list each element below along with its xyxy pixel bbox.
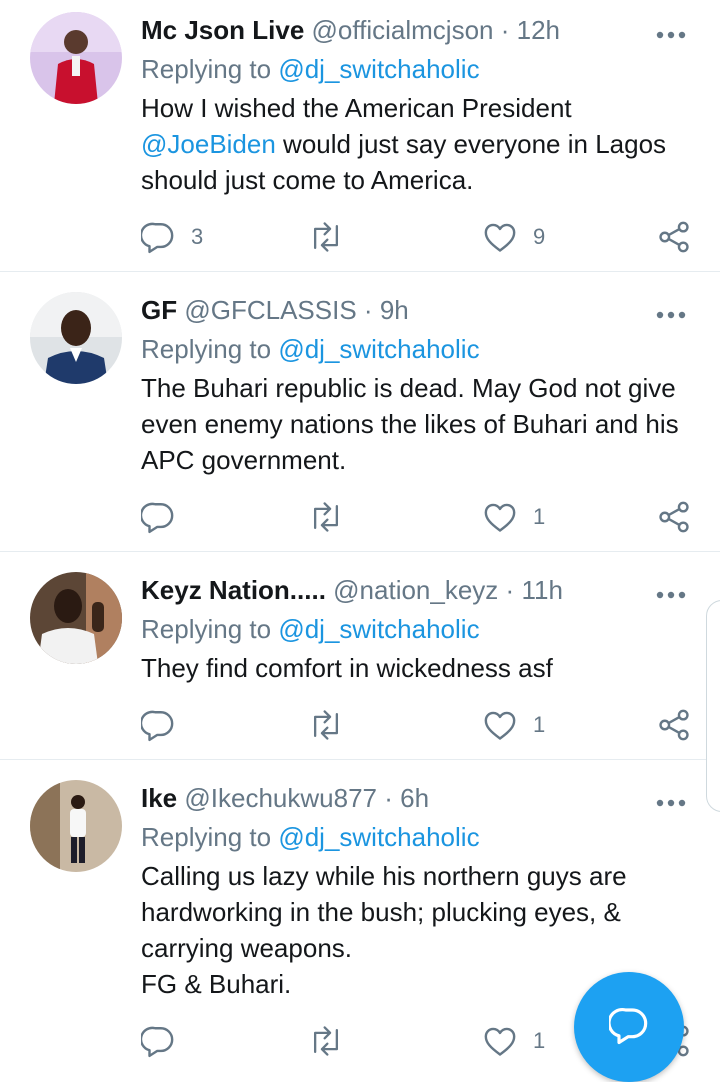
tweet-header: Mc Json Live @officialmcjson · 12h [141,13,560,47]
tweet-text: They find comfort in wickedness asf [141,653,553,683]
compose-reply-icon [607,1005,649,1050]
compose-reply-button[interactable] [574,972,684,1082]
more-icon[interactable] [656,306,686,319]
share-icon [657,708,691,742]
heart-icon [483,709,517,741]
retweet-button[interactable] [307,497,345,537]
avatar[interactable] [30,572,122,664]
replying-to: Replying to @dj_switchaholic [141,820,480,854]
tweet-text: Calling us lazy while his northern guys … [141,858,671,1002]
more-icon[interactable] [656,794,686,807]
reply-count: 3 [191,224,204,249]
replying-to-mention[interactable]: @dj_switchaholic [278,822,479,852]
side-panel-handle[interactable] [706,600,720,812]
like-count: 1 [533,504,546,529]
tweet[interactable]: GF @GFCLASSIS · 9h Replying to @dj_switc… [0,272,720,552]
tweet-text-part: How I wished the American President [141,93,572,123]
reply-button[interactable] [141,705,175,745]
display-name[interactable]: Mc Json Live [141,15,304,45]
user-handle[interactable]: @officialmcjson [312,15,494,45]
like-button[interactable]: 1 [483,1021,545,1061]
display-name[interactable]: Keyz Nation..... [141,575,326,605]
tweet-text-line: Calling us lazy while his northern guys … [141,861,627,963]
share-button[interactable] [657,705,691,745]
replying-to: Replying to @dj_switchaholic [141,612,480,646]
reply-icon [141,220,175,254]
reply-button[interactable] [141,1021,175,1061]
heart-icon [483,221,517,253]
display-name[interactable]: GF [141,295,177,325]
display-name[interactable]: Ike [141,783,177,813]
reply-icon [141,708,175,742]
retweet-button[interactable] [307,217,345,257]
share-icon [657,220,691,254]
replying-to: Replying to @dj_switchaholic [141,52,480,86]
share-icon [657,500,691,534]
tweet[interactable]: Keyz Nation..... @nation_keyz · 11h Repl… [0,552,720,760]
avatar[interactable] [30,12,122,104]
more-icon[interactable] [656,26,686,39]
replying-to-mention[interactable]: @dj_switchaholic [278,54,479,84]
separator-dot: · [505,575,515,605]
user-handle[interactable]: @nation_keyz [333,575,498,605]
like-button[interactable]: 1 [483,497,545,537]
heart-icon [483,1025,517,1057]
separator-dot: · [363,295,373,325]
tweet-header: Ike @Ikechukwu877 · 6h [141,781,429,815]
timestamp[interactable]: 11h [521,575,562,605]
user-handle[interactable]: @Ikechukwu877 [184,783,377,813]
reply-icon [141,1024,175,1058]
replying-to-label: Replying to [141,822,279,852]
retweet-icon [307,708,345,742]
separator-dot: · [500,15,510,45]
tweet-text: How I wished the American President @Joe… [141,90,691,198]
retweet-button[interactable] [307,1021,345,1061]
tweet-header: GF @GFCLASSIS · 9h [141,293,409,327]
mention-link[interactable]: @JoeBiden [141,129,276,159]
tweet-actions: 1 [141,705,691,745]
timestamp[interactable]: 9h [380,295,409,325]
timestamp[interactable]: 6h [400,783,429,813]
replying-to-label: Replying to [141,54,279,84]
retweet-icon [307,500,345,534]
reply-button[interactable] [141,497,175,537]
replying-to-mention[interactable]: @dj_switchaholic [278,334,479,364]
avatar[interactable] [30,780,122,872]
tweet-actions: 1 [141,497,691,537]
share-button[interactable] [657,217,691,257]
tweet[interactable]: Mc Json Live @officialmcjson · 12h Reply… [0,0,720,272]
replying-to-mention[interactable]: @dj_switchaholic [278,614,479,644]
share-button[interactable] [657,497,691,537]
more-icon[interactable] [656,586,686,599]
replying-to: Replying to @dj_switchaholic [141,332,480,366]
tweet-text: The Buhari republic is dead. May God not… [141,373,679,475]
like-button[interactable]: 9 [483,217,545,257]
timestamp[interactable]: 12h [517,15,560,45]
replying-to-label: Replying to [141,334,279,364]
tweet-header: Keyz Nation..... @nation_keyz · 11h [141,573,563,607]
like-button[interactable]: 1 [483,705,545,745]
heart-icon [483,501,517,533]
like-count: 1 [533,1028,546,1053]
like-count: 9 [533,224,546,249]
tweet-actions: 3 9 [141,217,691,257]
avatar[interactable] [30,292,122,384]
reply-button[interactable]: 3 [141,217,203,257]
like-count: 1 [533,712,546,737]
retweet-button[interactable] [307,705,345,745]
separator-dot: · [384,783,393,813]
user-handle[interactable]: @GFCLASSIS [184,295,356,325]
retweet-icon [307,220,345,254]
reply-icon [141,500,175,534]
replying-to-label: Replying to [141,614,279,644]
retweet-icon [307,1024,345,1058]
